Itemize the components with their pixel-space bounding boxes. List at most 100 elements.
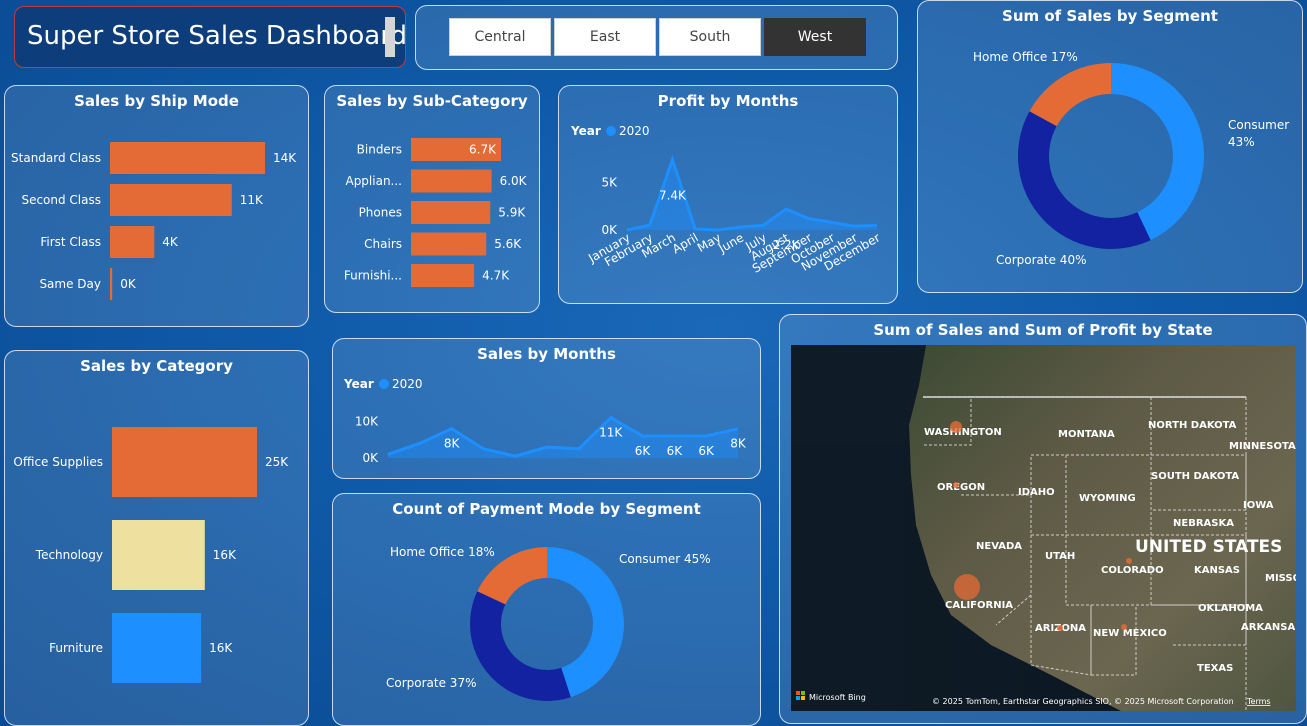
- region-slicer: Central East South West: [415, 5, 898, 70]
- ship-mode-bar[interactable]: [110, 184, 232, 216]
- y-tick-label: 5K: [601, 176, 618, 190]
- state-label-california: CALIFORNIA: [945, 600, 1013, 611]
- category-value-label: 16K: [209, 641, 233, 655]
- state-label-oklahoma: OKLAHOMA: [1198, 603, 1263, 614]
- donut-label: Corporate 40%: [996, 253, 1086, 267]
- category-label: Furniture: [49, 641, 103, 655]
- legend-title: Year: [343, 377, 374, 391]
- category-bar[interactable]: [112, 520, 205, 590]
- map-canvas[interactable]: WASHINGTON MONTANA NORTH DAKOTA MINNESOT…: [791, 345, 1296, 711]
- category-value-label: 25K: [265, 455, 289, 469]
- legend-marker: [606, 126, 616, 136]
- y-tick-label: 0K: [601, 223, 618, 237]
- sub-category-value-label: 5.9K: [498, 206, 526, 220]
- donut-label: Home Office 17%: [973, 50, 1078, 64]
- donut-slice[interactable]: [1029, 63, 1111, 127]
- category-chart: Office Supplies 25K Technology 16K Furniture…: [13, 427, 289, 683]
- state-label-colorado: COLORADO: [1101, 565, 1164, 576]
- state-map-panel: Sum of Sales and Sum of Profit by State: [779, 314, 1307, 724]
- ship-mode-category-label: Standard Class: [11, 151, 101, 165]
- bubble-colorado[interactable]: [1126, 558, 1132, 564]
- sub-category-label: Applian...: [345, 174, 402, 188]
- state-label-texas: TEXAS: [1197, 663, 1233, 674]
- state-label-south-dakota: SOUTH DAKOTA: [1151, 471, 1239, 482]
- area-fill: [388, 417, 738, 458]
- dashboard-title: Super Store Sales Dashboard: [27, 21, 407, 51]
- state-label-utah: UTAH: [1045, 551, 1075, 562]
- sub-category-bar[interactable]: [411, 264, 475, 287]
- state-label-wyoming: WYOMING: [1079, 493, 1136, 504]
- sub-category-bar[interactable]: [411, 201, 491, 224]
- ship-mode-bar[interactable]: [110, 268, 113, 300]
- region-button-east[interactable]: East: [554, 18, 656, 56]
- x-tick-label: June: [716, 230, 747, 256]
- area-data-label: 11K: [599, 426, 623, 440]
- donut-label: Corporate 37%: [386, 676, 476, 690]
- state-label-kansas: KANSAS: [1194, 565, 1240, 576]
- map-svg: WASHINGTON MONTANA NORTH DAKOTA MINNESOT…: [791, 345, 1296, 711]
- country-label: UNITED STATES: [1135, 537, 1282, 557]
- map-terms-link[interactable]: Terms: [1246, 697, 1271, 706]
- title-accent-bar: [385, 17, 395, 57]
- payment-donut-chart: Consumer 45% Corporate 37% Home Office 18%: [386, 545, 711, 701]
- area-data-label: 8K: [730, 437, 747, 451]
- donut-slice[interactable]: [1018, 111, 1151, 250]
- y-tick-label: 10K: [355, 414, 379, 428]
- category-bar[interactable]: [112, 613, 202, 683]
- donut-label: Consumer: [1228, 118, 1289, 132]
- category-bar[interactable]: [112, 427, 257, 497]
- segment-donut-chart: Consumer 43% Corporate 40% Home Office 17%: [973, 50, 1289, 267]
- sub-category-bar[interactable]: [411, 169, 492, 193]
- ship-mode-bar[interactable]: [110, 226, 155, 258]
- sub-category-value-label: 5.6K: [494, 237, 522, 251]
- bubble-washington[interactable]: [950, 421, 962, 433]
- sub-category-panel: Sales by Sub-Category Binders 6.7K Applian…: [324, 85, 540, 313]
- ship-mode-chart: Standard Class 14K Second Class 11K First Cl…: [11, 142, 297, 300]
- sub-category-value-label: 4.7K: [482, 269, 510, 283]
- state-map-title: Sum of Sales and Sum of Profit by State: [873, 321, 1213, 339]
- profit-months-chart: Year 20205K0K7.4K2.2KJanuaryFebruaryMarch…: [570, 124, 883, 276]
- sub-category-label: Furnishi...: [344, 269, 402, 283]
- area-data-label: 8K: [444, 437, 461, 451]
- donut-slice[interactable]: [1111, 63, 1204, 241]
- sub-category-label: Phones: [359, 206, 402, 220]
- legend-series-label: 2020: [619, 124, 650, 138]
- bubble-california[interactable]: [954, 574, 980, 600]
- ship-mode-panel: Sales by Ship Mode Standard Class 14K Seco…: [4, 85, 309, 327]
- donut-slice[interactable]: [470, 591, 571, 701]
- category-panel: Sales by Category Office Supplies 25K Tech…: [4, 350, 309, 726]
- donut-label: 43%: [1228, 135, 1255, 149]
- ship-mode-value-label: 0K: [120, 277, 137, 291]
- ship-mode-value-label: 14K: [273, 151, 297, 165]
- bubble-new-mexico[interactable]: [1121, 624, 1127, 630]
- ship-mode-bar[interactable]: [110, 142, 265, 174]
- title-banner: Super Store Sales Dashboard: [14, 6, 407, 68]
- legend-title: Year: [570, 124, 601, 138]
- category-label: Technology: [35, 548, 103, 562]
- region-button-central[interactable]: Central: [449, 18, 551, 56]
- region-button-west[interactable]: West: [764, 18, 866, 56]
- state-label-iowa: IOWA: [1243, 500, 1274, 511]
- bubble-oregon[interactable]: [953, 482, 959, 488]
- area-data-label: 7.4K: [659, 189, 687, 203]
- bubble-arizona[interactable]: [1057, 625, 1063, 631]
- state-label-montana: MONTANA: [1058, 429, 1115, 440]
- ship-mode-category-label: Second Class: [21, 193, 101, 207]
- area-data-label: 6K: [667, 444, 684, 458]
- state-label-washington: WASHINGTON: [924, 427, 1002, 438]
- state-label-nevada: NEVADA: [976, 541, 1022, 552]
- region-button-south[interactable]: South: [659, 18, 761, 56]
- sub-category-label: Binders: [357, 143, 402, 157]
- donut-label: Consumer 45%: [619, 552, 711, 566]
- area-data-label: 6K: [698, 444, 715, 458]
- state-label-idaho: IDAHO: [1018, 487, 1055, 498]
- sub-category-value-label: 6.0K: [500, 174, 528, 188]
- category-value-label: 16K: [213, 548, 237, 562]
- legend-marker: [379, 379, 389, 389]
- state-label-north-dakota: NORTH DAKOTA: [1148, 420, 1237, 431]
- sub-category-chart: Binders 6.7K Applian... 6.0K Phones 5.9K Chair…: [344, 138, 528, 287]
- area-data-label: 6K: [635, 444, 652, 458]
- sub-category-bar[interactable]: [411, 232, 487, 256]
- category-label: Office Supplies: [13, 455, 103, 469]
- sub-category-value-label: 6.7K: [469, 143, 497, 157]
